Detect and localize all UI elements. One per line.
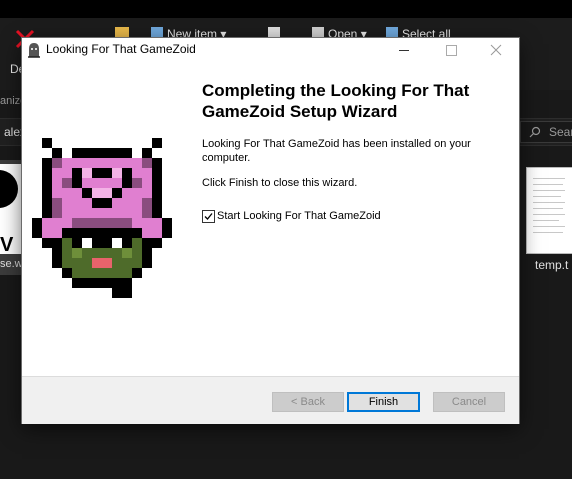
window-title: Looking For That GameZoid: [46, 42, 196, 56]
search-icon: [529, 126, 541, 138]
finish-instruction: Click Finish to close this wizard.: [202, 177, 358, 189]
app-icon: [28, 43, 40, 58]
file-item[interactable]: V se.wa: [0, 160, 29, 275]
text-file-icon[interactable]: [526, 167, 572, 254]
launch-checkbox[interactable]: [202, 210, 215, 223]
close-icon: [490, 44, 502, 56]
checkmark-icon: [204, 213, 213, 220]
installed-message: Looking For That GameZoid has been insta…: [202, 138, 471, 164]
search-input[interactable]: Searc: [520, 121, 572, 143]
explorer-top-strip: [0, 0, 572, 18]
back-button[interactable]: < Back: [272, 392, 344, 412]
maximize-icon: [446, 45, 457, 56]
cancel-button[interactable]: Cancel: [433, 392, 505, 412]
minimize-icon: [399, 50, 409, 51]
minimize-button[interactable]: [382, 38, 428, 62]
title-bar[interactable]: Looking For That GameZoid: [22, 38, 519, 62]
finish-button[interactable]: Finish: [347, 392, 420, 412]
wizard-heading: Completing the Looking For That GameZoid…: [202, 81, 470, 121]
launch-checkbox-label[interactable]: Start Looking For That GameZoid: [217, 210, 381, 222]
file-name[interactable]: temp.t: [535, 258, 568, 272]
file-thumbnail: V: [0, 164, 22, 256]
maximize-button[interactable]: [428, 38, 474, 62]
setup-wizard-dialog: Looking For That GameZoid Completing the…: [22, 38, 519, 424]
button-bar: < Back Finish Cancel: [22, 376, 519, 424]
wizard-side-image: [22, 62, 186, 376]
pixel-creature-image: [32, 138, 172, 298]
close-button[interactable]: [473, 38, 519, 62]
search-placeholder: Searc: [549, 125, 572, 139]
